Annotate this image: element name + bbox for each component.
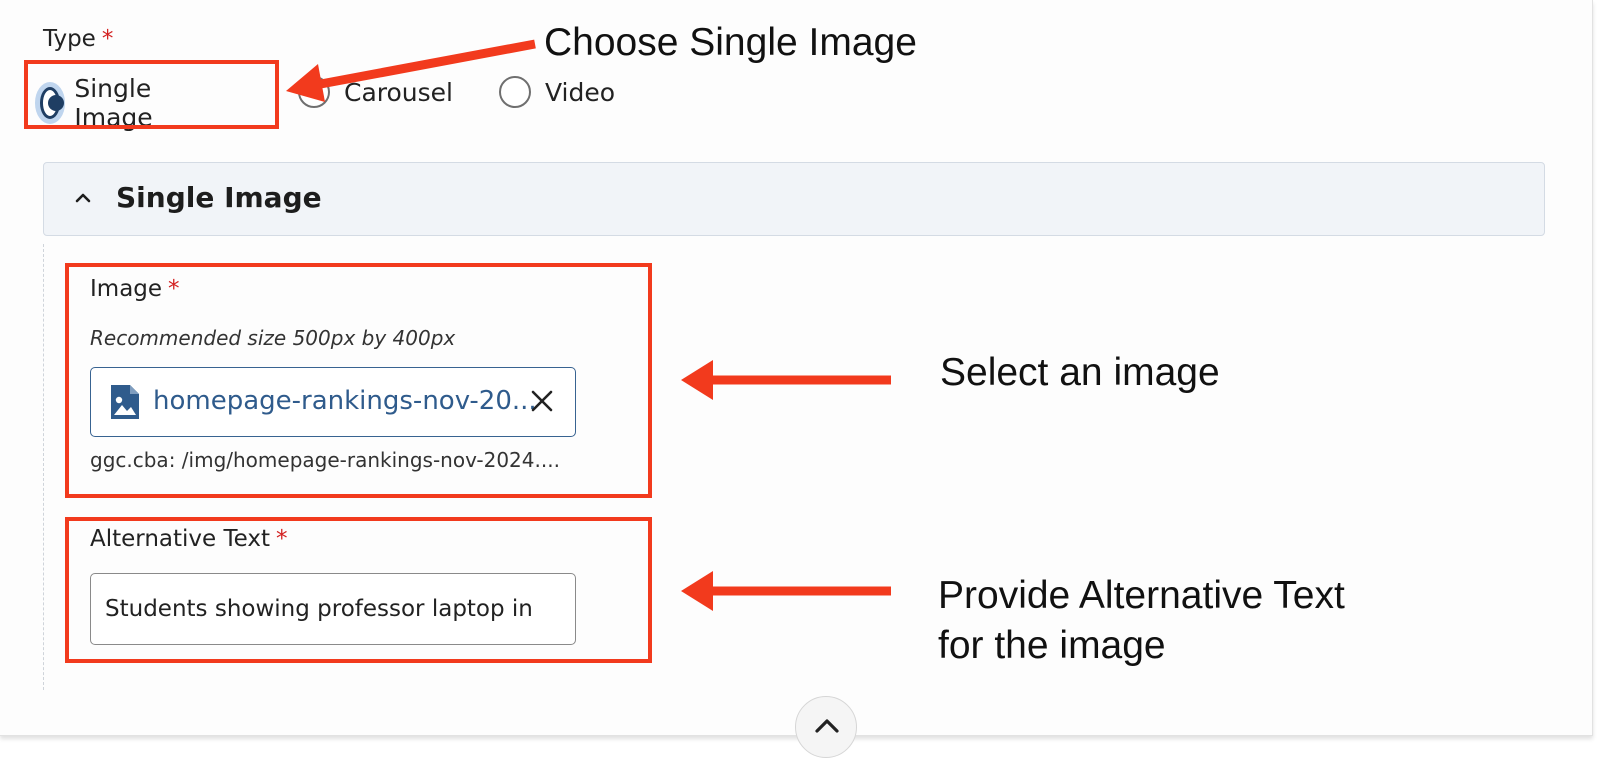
accordion-title: Single Image [116, 181, 322, 214]
scroll-to-top-button[interactable] [795, 696, 857, 758]
annotation-provide-alt-text-line2: for the image [938, 624, 1166, 667]
annotation-select-image: Select an image [940, 351, 1220, 394]
form-card: Type * Single Image Carousel Video Single… [0, 0, 1593, 736]
single-image-accordion-header[interactable]: Single Image [43, 162, 1545, 236]
type-label: Type * [43, 26, 113, 52]
type-label-text: Type [43, 26, 96, 52]
highlight-box-type [24, 60, 279, 129]
annotation-provide-alt-text-line1: Provide Alternative Text [938, 574, 1345, 617]
annotation-choose-single-image: Choose Single Image [544, 21, 917, 64]
radio-label-video: Video [545, 77, 616, 107]
annotation-arrow-type [286, 39, 536, 102]
chevron-up-icon [815, 719, 839, 733]
annotation-arrow-image [681, 360, 891, 400]
chevron-up-icon [75, 193, 91, 203]
highlight-box-alt-text [65, 517, 652, 663]
section-guide-line [43, 244, 44, 690]
required-asterisk: * [101, 26, 114, 52]
annotation-arrow-alt-text [681, 571, 891, 611]
highlight-box-image [65, 263, 652, 498]
